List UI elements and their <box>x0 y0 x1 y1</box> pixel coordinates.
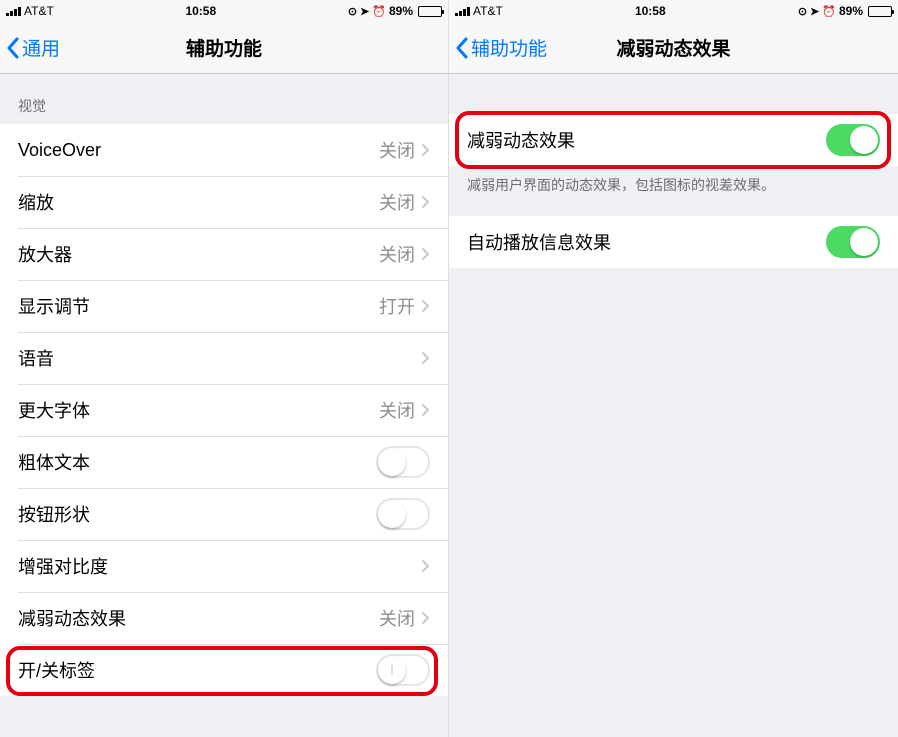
cell-value: 关闭 <box>379 241 415 267</box>
alarm-icon: ⏰ <box>822 5 836 18</box>
cell-on-off-labels[interactable]: 开/关标签 <box>0 644 448 696</box>
status-bar: AT&T 10:58 ⊙ ➤ ⏰ 89% <box>449 0 898 22</box>
cell-zoom[interactable]: 缩放 关闭 <box>0 176 448 228</box>
cell-label: 自动播放信息效果 <box>467 229 826 255</box>
battery-percent: 89% <box>839 4 863 18</box>
orientation-lock-icon: ⊙ <box>798 5 807 18</box>
alarm-icon: ⏰ <box>372 5 386 18</box>
page-title: 辅助功能 <box>0 34 448 61</box>
cell-label: 更大字体 <box>18 397 379 423</box>
left-phone-accessibility: AT&T 10:58 ⊙ ➤ ⏰ 89% 通用 辅助功能 视觉 VoiceOve… <box>0 0 449 737</box>
cell-value: 打开 <box>379 293 415 319</box>
cell-value: 关闭 <box>379 189 415 215</box>
back-label: 通用 <box>22 34 60 61</box>
button-shapes-switch[interactable] <box>376 498 430 530</box>
chevron-right-icon <box>421 143 430 157</box>
cell-label: 开/关标签 <box>18 657 376 683</box>
section-header-vision: 视觉 <box>0 74 448 124</box>
chevron-left-icon <box>455 37 469 59</box>
cell-value: 关闭 <box>379 605 415 631</box>
cell-label: 减弱动态效果 <box>467 127 826 153</box>
battery-icon <box>868 6 892 17</box>
cell-button-shapes[interactable]: 按钮形状 <box>0 488 448 540</box>
cell-label: 语音 <box>18 345 421 371</box>
cell-display-accommodations[interactable]: 显示调节 打开 <box>0 280 448 332</box>
carrier-label: AT&T <box>24 4 54 18</box>
cell-value: 关闭 <box>379 137 415 163</box>
signal-icon <box>455 6 470 16</box>
cell-increase-contrast[interactable]: 增强对比度 <box>0 540 448 592</box>
location-icon: ➤ <box>810 5 819 18</box>
nav-bar: 通用 辅助功能 <box>0 22 448 74</box>
reduce-motion-switch[interactable] <box>826 124 880 156</box>
settings-list[interactable]: 减弱动态效果 减弱用户界面的动态效果，包括图标的视差效果。 自动播放信息效果 <box>449 74 898 737</box>
chevron-right-icon <box>421 611 430 625</box>
cell-label: 缩放 <box>18 189 379 215</box>
cell-voiceover[interactable]: VoiceOver 关闭 <box>0 124 448 176</box>
reduce-motion-description: 减弱用户界面的动态效果，包括图标的视差效果。 <box>449 166 898 216</box>
settings-list[interactable]: 视觉 VoiceOver 关闭 缩放 关闭 放大器 关闭 显示调节 打开 <box>0 74 448 737</box>
signal-icon <box>6 6 21 16</box>
cell-bold-text[interactable]: 粗体文本 <box>0 436 448 488</box>
chevron-right-icon <box>421 559 430 573</box>
cell-value: 关闭 <box>379 397 415 423</box>
status-bar: AT&T 10:58 ⊙ ➤ ⏰ 89% <box>0 0 448 22</box>
status-time: 10:58 <box>185 4 216 18</box>
battery-icon <box>418 6 442 17</box>
cell-auto-play-message-effects[interactable]: 自动播放信息效果 <box>449 216 898 268</box>
chevron-right-icon <box>421 247 430 261</box>
back-label: 辅助功能 <box>471 34 547 61</box>
cell-speech[interactable]: 语音 <box>0 332 448 384</box>
right-phone-reduce-motion: AT&T 10:58 ⊙ ➤ ⏰ 89% 辅助功能 减弱动态效果 减弱动态效果 … <box>449 0 898 737</box>
on-off-labels-switch[interactable] <box>376 654 430 686</box>
cell-magnifier[interactable]: 放大器 关闭 <box>0 228 448 280</box>
auto-play-switch[interactable] <box>826 226 880 258</box>
cell-reduce-motion[interactable]: 减弱动态效果 关闭 <box>0 592 448 644</box>
back-button[interactable]: 通用 <box>6 34 60 61</box>
location-icon: ➤ <box>360 5 369 18</box>
cell-larger-text[interactable]: 更大字体 关闭 <box>0 384 448 436</box>
cell-label: 按钮形状 <box>18 501 376 527</box>
cell-label: 显示调节 <box>18 293 379 319</box>
bold-text-switch[interactable] <box>376 446 430 478</box>
cell-label: VoiceOver <box>18 140 379 161</box>
chevron-right-icon <box>421 351 430 365</box>
chevron-right-icon <box>421 299 430 313</box>
cell-label: 粗体文本 <box>18 449 376 475</box>
chevron-right-icon <box>421 403 430 417</box>
status-time: 10:58 <box>635 4 666 18</box>
cell-label: 放大器 <box>18 241 379 267</box>
nav-bar: 辅助功能 减弱动态效果 <box>449 22 898 74</box>
back-button[interactable]: 辅助功能 <box>455 34 547 61</box>
cell-label: 减弱动态效果 <box>18 605 379 631</box>
cell-label: 增强对比度 <box>18 553 421 579</box>
battery-percent: 89% <box>389 4 413 18</box>
carrier-label: AT&T <box>473 4 503 18</box>
orientation-lock-icon: ⊙ <box>348 5 357 18</box>
chevron-right-icon <box>421 195 430 209</box>
cell-reduce-motion-toggle[interactable]: 减弱动态效果 <box>449 114 898 166</box>
chevron-left-icon <box>6 37 20 59</box>
